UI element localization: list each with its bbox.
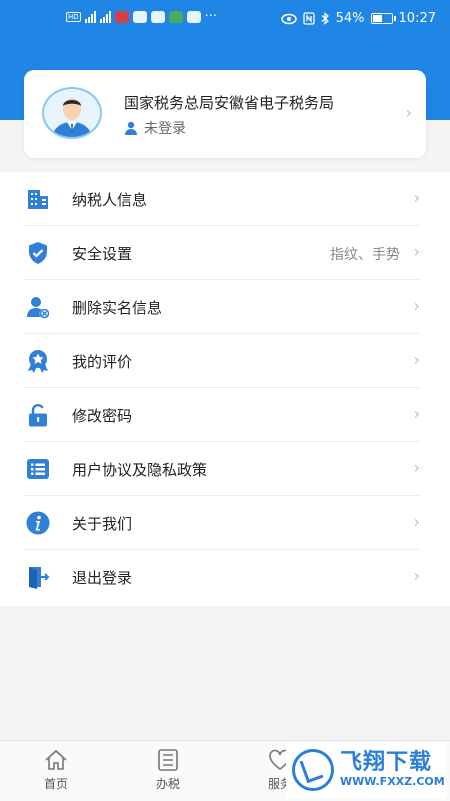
app-notification-icon: [114, 10, 129, 23]
chevron-right-icon: ›: [405, 103, 412, 122]
chevron-right-icon: ›: [413, 296, 420, 315]
menu-item-logout[interactable]: 退出登录 ›: [0, 550, 450, 604]
menu-item-change-password[interactable]: 修改密码 ›: [0, 388, 450, 442]
org-name: 国家税务总局安徽省电子税务局: [124, 94, 335, 112]
list-icon: [27, 459, 49, 479]
app-badge-icon: [186, 10, 201, 23]
signal-icon: [84, 10, 96, 23]
tab-home[interactable]: 首页: [21, 749, 91, 792]
lock-open-icon: [29, 404, 47, 427]
hd-icon: HD: [66, 11, 81, 22]
menu-label: 删除实名信息: [72, 299, 163, 317]
watermark-text: 飞翔下载: [340, 750, 433, 775]
user-remove-icon: [27, 297, 50, 319]
nfc-icon: [302, 12, 315, 25]
chevron-right-icon: ›: [413, 350, 420, 369]
watermark-logo-icon: [292, 749, 334, 791]
menu-label: 纳税人信息: [72, 191, 148, 209]
message-icon: [150, 10, 165, 23]
tab-label: 首页: [43, 777, 68, 791]
login-status-text: 未登录: [144, 121, 186, 137]
home-app-icon: [168, 10, 183, 23]
chevron-right-icon: ›: [413, 566, 420, 585]
shield-check-icon: [29, 242, 47, 264]
more-notifications-icon: ···: [204, 9, 218, 24]
clock: 10:27: [398, 11, 436, 26]
watermark-url: WWW.FXXZ.COM: [340, 775, 445, 788]
menu-label: 退出登录: [72, 569, 133, 587]
signal-icon-2: [99, 10, 111, 23]
chat-icon: [132, 10, 147, 23]
info-icon: [26, 511, 50, 535]
status-left-icons: HD ···: [66, 9, 217, 24]
bluetooth-icon: [321, 12, 329, 25]
person-icon: [125, 121, 137, 135]
menu-value: 指纹、手势: [330, 247, 400, 263]
login-status[interactable]: 未登录: [124, 118, 186, 138]
menu-label: 修改密码: [72, 407, 133, 425]
document-list-icon: [158, 749, 178, 771]
menu-label: 关于我们: [72, 515, 133, 533]
battery-icon: [370, 13, 396, 24]
battery-fill: [372, 15, 382, 22]
status-bar: HD ··· 54% 10:27: [0, 0, 450, 40]
chevron-right-icon: ›: [413, 188, 420, 207]
status-right: 54% 10:27: [280, 11, 436, 26]
settings-menu: 纳税人信息 › 安全设置 指纹、手势 › 删除实名信息 › 我的评价 › 修改密…: [0, 172, 450, 606]
menu-item-user-agreement[interactable]: 用户协议及隐私政策 ›: [0, 442, 450, 496]
battery-percent: 54%: [335, 11, 365, 26]
chevron-right-icon: ›: [413, 242, 420, 261]
menu-item-about-us[interactable]: 关于我们 ›: [0, 496, 450, 550]
user-avatar-icon: [42, 87, 102, 139]
building-icon: [28, 190, 48, 209]
menu-item-delete-real-name[interactable]: 删除实名信息 ›: [0, 280, 450, 334]
menu-item-security-settings[interactable]: 安全设置 指纹、手势 ›: [0, 226, 450, 280]
menu-label: 我的评价: [72, 353, 133, 371]
star-badge-icon: [28, 350, 48, 373]
menu-label: 用户协议及隐私政策: [72, 461, 208, 479]
menu-item-taxpayer-info[interactable]: 纳税人信息 ›: [0, 172, 450, 226]
menu-label: 安全设置: [72, 245, 133, 263]
chevron-right-icon: ›: [413, 404, 420, 423]
profile-card[interactable]: 国家税务总局安徽省电子税务局 未登录 ›: [24, 70, 426, 158]
home-icon: [45, 749, 67, 770]
menu-item-my-evaluation[interactable]: 我的评价 ›: [0, 334, 450, 388]
tab-tax[interactable]: 办税: [133, 749, 203, 792]
logout-icon: [29, 567, 50, 589]
tab-label: 办税: [155, 777, 180, 791]
chevron-right-icon: ›: [413, 458, 420, 477]
watermark: 飞翔下载 WWW.FXXZ.COM: [286, 742, 446, 798]
chevron-right-icon: ›: [413, 512, 420, 531]
eye-icon: [280, 13, 297, 24]
